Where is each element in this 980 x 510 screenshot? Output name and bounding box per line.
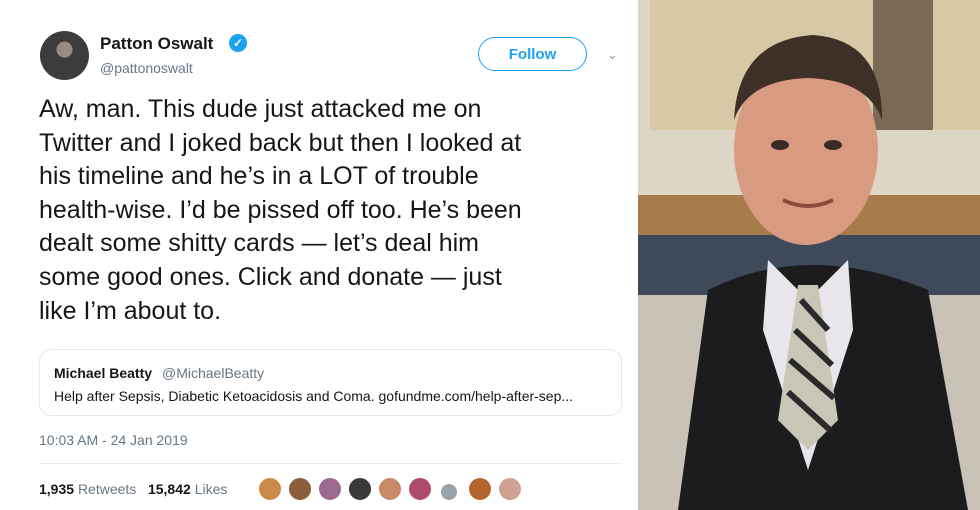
quoted-author-handle: @MichaelBeatty [162, 365, 265, 381]
portrait-image [638, 0, 980, 510]
liker-avatar[interactable] [287, 476, 313, 502]
liker-avatar[interactable] [439, 482, 459, 502]
retweets-count[interactable]: 1,935 [39, 481, 74, 497]
tweet-timestamp[interactable]: 10:03 AM - 24 Jan 2019 [39, 432, 188, 448]
tweet-text-line: health-wise. I’d be pissed off too. He’s… [39, 195, 522, 224]
tweet-text-line: his timeline and he’s in a LOT of troubl… [39, 162, 479, 191]
liker-avatar[interactable] [377, 476, 403, 502]
divider [39, 463, 622, 464]
retweets-label[interactable]: Retweets [78, 481, 136, 497]
quoted-author-name: Michael Beatty [54, 365, 153, 381]
liker-avatar[interactable] [347, 476, 373, 502]
liker-avatar[interactable] [467, 476, 493, 502]
quoted-tweet[interactable]: Michael Beatty @MichaelBeatty Help after… [39, 349, 622, 416]
liker-avatar[interactable] [497, 476, 523, 502]
tweet-text-line: like I’m about to. [39, 296, 222, 325]
tweet-card: Patton Oswalt ✓ @pattonoswalt Follow ⌄ A… [0, 0, 638, 510]
tweet-text-line: Aw, man. This dude just attacked me on [39, 95, 482, 123]
tweet-text-line: some good ones. Click and donate — just [39, 262, 502, 291]
portrait-photo [638, 0, 980, 510]
likes-count[interactable]: 15,842 [148, 481, 191, 497]
likes-label[interactable]: Likes [195, 481, 228, 497]
author-handle[interactable]: @pattonoswalt [100, 60, 193, 76]
liker-avatar[interactable] [407, 476, 433, 502]
tweet-text-line: Twitter and I joked back but then I look… [39, 128, 522, 157]
liker-avatar[interactable] [257, 476, 283, 502]
quoted-tweet-text: Help after Sepsis, Diabetic Ketoacidosis… [54, 388, 574, 404]
author-name[interactable]: Patton Oswalt [100, 34, 213, 54]
chevron-down-icon[interactable]: ⌄ [607, 47, 618, 63]
tweet-text: Aw, man. This dude just attacked me on T… [39, 93, 629, 328]
verified-badge-icon: ✓ [229, 34, 247, 52]
tweet-stats: 1,935 Retweets 15,842 Likes [39, 481, 227, 497]
tweet-text-line: dealt some shitty cards — let’s deal him [39, 229, 480, 258]
follow-button[interactable]: Follow [478, 37, 587, 71]
author-avatar[interactable] [40, 31, 89, 80]
liker-avatar[interactable] [317, 476, 343, 502]
